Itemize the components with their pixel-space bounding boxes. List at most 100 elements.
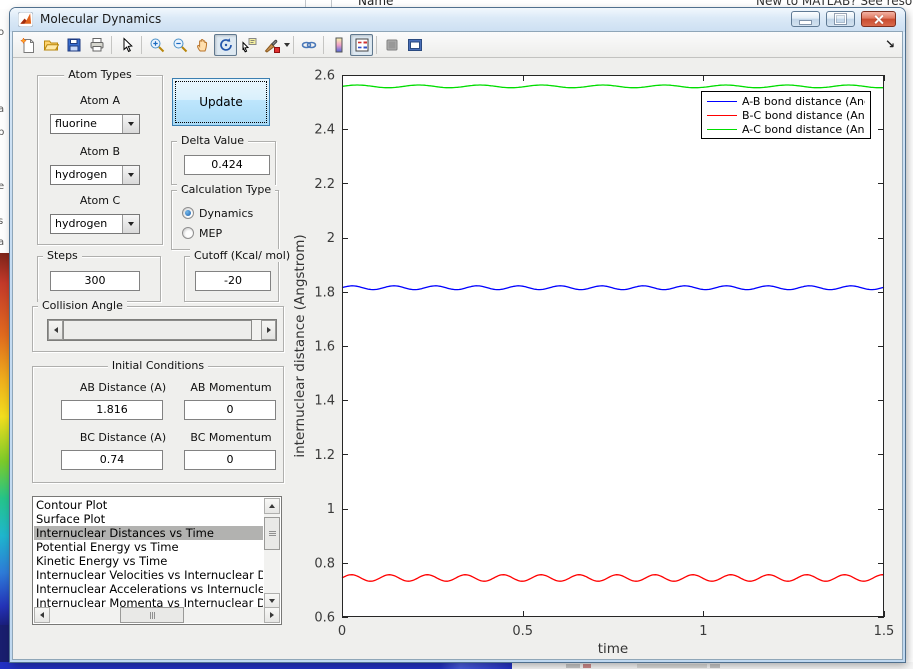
panel-title: Atom Types xyxy=(64,68,136,81)
steps-field[interactable]: 300 xyxy=(50,271,140,291)
pan-button[interactable] xyxy=(191,34,214,56)
svg-text:0.5: 0.5 xyxy=(512,624,533,639)
window-title: Molecular Dynamics xyxy=(40,12,161,26)
hide-plot-tools-button[interactable] xyxy=(380,34,403,56)
legend-entry[interactable]: A-B bond distance (Ang) xyxy=(702,94,870,108)
radio-label: Dynamics xyxy=(199,207,253,220)
chevron-down-icon[interactable] xyxy=(122,215,139,233)
chevron-down-icon[interactable] xyxy=(122,115,139,133)
delta-value-field[interactable]: 0.424 xyxy=(184,155,270,175)
list-item[interactable]: Potential Energy vs Time xyxy=(34,540,263,554)
atom-a-label: Atom A xyxy=(38,94,162,107)
legend-label: A-C bond distance (Ang) xyxy=(742,123,865,136)
legend-entry[interactable]: B-C bond distance (Ang) xyxy=(702,108,870,122)
atom-b-value: hydrogen xyxy=(55,168,107,181)
new-figure-button[interactable] xyxy=(16,34,39,56)
y-axis-label: internuclear distance (Angstrom) xyxy=(292,234,308,457)
svg-text:1: 1 xyxy=(699,624,707,639)
ab-momentum-label: AB Momentum xyxy=(183,381,279,394)
plot-legend[interactable]: A-B bond distance (Ang)B-C bond distance… xyxy=(701,91,871,139)
svg-text:2: 2 xyxy=(327,231,335,246)
insert-colorbar-button[interactable] xyxy=(327,34,350,56)
radio-dynamics[interactable]: Dynamics xyxy=(182,205,253,221)
cutoff-field[interactable]: -20 xyxy=(195,271,271,291)
titlebar[interactable]: Molecular Dynamics xyxy=(10,8,905,32)
svg-text:1.8: 1.8 xyxy=(314,285,335,300)
dock-figure-arrow[interactable]: ↘ xyxy=(885,37,895,51)
show-plot-tools-button[interactable] xyxy=(403,34,426,56)
atom-b-select[interactable]: hydrogen xyxy=(50,165,140,185)
atom-c-select[interactable]: hydrogen xyxy=(50,214,140,234)
toolbar-separator xyxy=(111,36,112,54)
slider-left-arrow[interactable] xyxy=(48,320,63,340)
maximize-button[interactable] xyxy=(826,11,855,27)
background-blue-strip xyxy=(0,662,512,669)
list-item[interactable]: Internuclear Distances vs Time xyxy=(34,526,263,540)
atom-a-select[interactable]: fluorine xyxy=(50,114,140,134)
legend-line-swatch xyxy=(707,101,737,102)
vertical-scrollbar[interactable] xyxy=(264,498,280,609)
horizontal-scrollbar[interactable] xyxy=(34,607,280,623)
link-plot-button[interactable] xyxy=(297,34,320,56)
zoom-in-icon xyxy=(149,37,165,53)
brush-icon xyxy=(264,37,280,53)
atom-c-label: Atom C xyxy=(38,194,162,207)
banner-text: New to MATLAB? See resources for xyxy=(756,0,913,8)
save-figure-button[interactable] xyxy=(62,34,85,56)
list-item[interactable]: Internuclear Accelerations vs Internucle… xyxy=(34,582,263,596)
list-item[interactable]: Kinetic Energy vs Time xyxy=(34,554,263,568)
initial-conditions-panel: Initial Conditions AB Distance (A) AB Mo… xyxy=(32,366,284,483)
chevron-down-icon[interactable] xyxy=(284,43,290,47)
vertical-scroll-thumb[interactable] xyxy=(264,517,280,550)
list-item[interactable]: Internuclear Velocities vs Internuclear … xyxy=(34,568,263,582)
minimize-icon xyxy=(800,21,811,24)
legend-entry[interactable]: A-C bond distance (Ang) xyxy=(702,122,870,136)
background-colorbar-strip xyxy=(0,253,9,625)
data-cursor-icon xyxy=(241,37,257,53)
insert-legend-button[interactable] xyxy=(350,34,373,56)
data-cursor-button[interactable] xyxy=(237,34,260,56)
zoom-in-button[interactable] xyxy=(145,34,168,56)
background-text-fragment: a xyxy=(0,104,4,115)
scroll-left-arrow[interactable] xyxy=(34,607,50,623)
rotate-3d-button[interactable] xyxy=(214,34,237,56)
radio-label: MEP xyxy=(199,227,222,240)
panel-title: Steps xyxy=(43,249,82,262)
close-button[interactable] xyxy=(861,11,896,27)
slider-thumb[interactable] xyxy=(63,320,252,340)
matlab-figure-icon xyxy=(18,12,33,27)
chevron-down-icon[interactable] xyxy=(122,166,139,184)
plot-type-listbox[interactable]: Contour PlotSurface PlotInternuclear Dis… xyxy=(32,496,282,625)
slider-right-arrow[interactable] xyxy=(261,320,276,340)
background-text-fragment: a xyxy=(0,237,4,248)
scroll-right-arrow[interactable] xyxy=(264,607,280,623)
delta-value-panel: Delta Value 0.424 xyxy=(171,141,276,185)
edit-plot-button[interactable] xyxy=(115,34,138,56)
radio-mep[interactable]: MEP xyxy=(182,225,222,241)
bc-momentum-field[interactable]: 0 xyxy=(184,450,276,470)
figure-client-area: 00.511.50.60.811.21.41.61.822.22.42.6 in… xyxy=(13,59,902,659)
bc-distance-label: BC Distance (A) xyxy=(63,431,183,444)
brush-data-button[interactable] xyxy=(260,34,283,56)
minimize-button[interactable] xyxy=(791,11,820,27)
horizontal-scroll-thumb[interactable] xyxy=(120,607,184,623)
collision-angle-slider[interactable] xyxy=(47,319,277,341)
background-name-header: Name xyxy=(358,0,393,8)
x-axis-label: time xyxy=(573,641,653,657)
zoom-out-button[interactable] xyxy=(168,34,191,56)
update-button[interactable]: Update xyxy=(172,78,270,126)
ab-momentum-field[interactable]: 0 xyxy=(184,400,276,420)
atom-types-panel: Atom Types Atom A fluorine Atom B hydrog… xyxy=(37,75,163,245)
list-item[interactable]: Contour Plot xyxy=(34,498,263,512)
figure-window: Molecular Dynamics ↘ 00.511.50.60.811.21… xyxy=(10,8,905,662)
ab-distance-field[interactable]: 1.816 xyxy=(61,400,163,420)
svg-text:1.2: 1.2 xyxy=(314,448,335,463)
scroll-up-arrow[interactable] xyxy=(264,498,280,514)
print-figure-button[interactable] xyxy=(85,34,108,56)
svg-text:1.6: 1.6 xyxy=(314,340,335,355)
window-content: ↘ 00.511.50.60.811.21.41.61.822.22.42.6 … xyxy=(13,32,902,659)
bc-distance-field[interactable]: 0.74 xyxy=(61,450,163,470)
list-item[interactable]: Surface Plot xyxy=(34,512,263,526)
svg-text:0.6: 0.6 xyxy=(314,611,335,626)
open-file-button[interactable] xyxy=(39,34,62,56)
